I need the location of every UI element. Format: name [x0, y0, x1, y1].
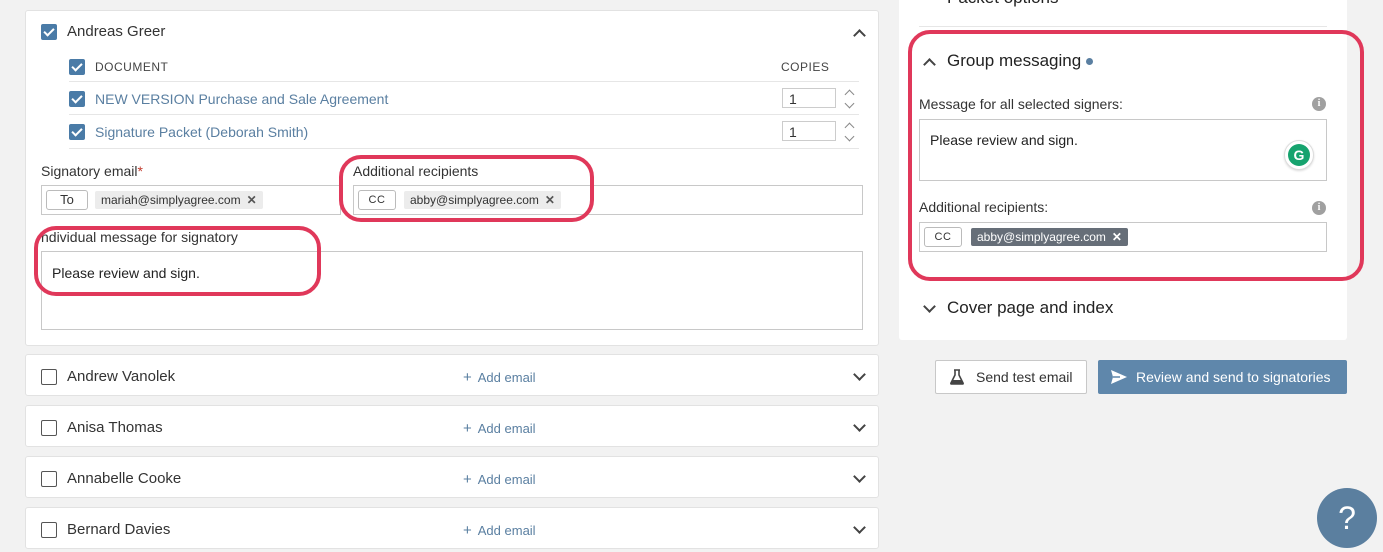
individual-message-textarea[interactable]: Please review and sign. [41, 251, 863, 330]
signer-checkbox[interactable] [41, 420, 57, 436]
document-column-header: DOCUMENT [95, 60, 169, 74]
expand-chevron-icon[interactable] [853, 419, 866, 432]
signer-card-andreas-greer: Andreas Greer DOCUMENT COPIES NEW VERSIO… [25, 10, 879, 346]
sidebar-panel: Packet options Group messaging Message f… [899, 0, 1347, 340]
remove-email-icon[interactable]: ✕ [1112, 230, 1122, 244]
add-email-link[interactable]: + Add email [463, 522, 536, 539]
signer-name: Bernard Davies [67, 521, 171, 538]
add-email-link[interactable]: + Add email [463, 420, 536, 437]
to-label: To [46, 190, 88, 210]
group-messaging-header[interactable]: Group messaging [947, 51, 1081, 71]
signer-name: Andrew Vanolek [67, 368, 176, 385]
copies-column-header: COPIES [781, 60, 830, 74]
add-email-link[interactable]: + Add email [463, 369, 536, 386]
individual-message-label: ndividual message for signatory [41, 229, 238, 245]
copies-input[interactable]: 1 [782, 121, 836, 141]
signer-name: Anisa Thomas [67, 419, 163, 436]
to-email-chip: mariah@simplyagree.com ✕ [95, 191, 263, 209]
collapse-chevron-icon[interactable] [923, 58, 936, 71]
sidebar-additional-recipients-field[interactable]: CC abby@simplyagree.com ✕ [919, 222, 1327, 252]
cover-page-header[interactable]: Cover page and index [947, 298, 1113, 318]
signer-row[interactable]: Andrew Vanolek + Add email [25, 354, 879, 396]
cc-email-chip: abby@simplyagree.com ✕ [971, 228, 1128, 246]
signer-row[interactable]: Bernard Davies + Add email [25, 507, 879, 549]
info-icon[interactable]: i [1312, 97, 1326, 111]
collapse-chevron-icon[interactable] [853, 29, 866, 42]
info-icon[interactable]: i [1312, 201, 1326, 215]
cc-label: CC [358, 190, 396, 210]
plus-icon: + [463, 471, 472, 488]
plus-icon: + [463, 420, 472, 437]
group-message-label: Message for all selected signers: [919, 96, 1123, 112]
signer-checkbox[interactable] [41, 24, 57, 40]
signatory-email-label: Signatory email* [41, 163, 143, 179]
flask-icon [950, 369, 964, 385]
cc-label: CC [924, 227, 962, 247]
expand-chevron-icon[interactable] [923, 300, 936, 313]
document-checkbox[interactable] [69, 91, 85, 107]
review-and-send-button[interactable]: Review and send to signatories [1098, 360, 1347, 394]
help-button[interactable]: ? [1317, 488, 1377, 548]
signer-name: Andreas Greer [67, 23, 166, 40]
remove-email-icon[interactable]: ✕ [545, 193, 555, 207]
copies-input[interactable]: 1 [782, 88, 836, 108]
copies-decrement-icon[interactable] [844, 98, 855, 109]
remove-email-icon[interactable]: ✕ [247, 193, 257, 207]
expand-chevron-icon[interactable] [853, 470, 866, 483]
plus-icon: + [463, 369, 472, 386]
packet-options-header[interactable]: Packet options [947, 0, 1059, 8]
expand-chevron-icon[interactable] [853, 521, 866, 534]
sidebar-additional-recipients-label: Additional recipients: [919, 199, 1049, 215]
document-link[interactable]: NEW VERSION Purchase and Sale Agreement [95, 91, 388, 107]
signer-row[interactable]: Annabelle Cooke + Add email [25, 456, 879, 498]
signer-checkbox[interactable] [41, 522, 57, 538]
status-dot [1086, 58, 1093, 65]
document-link[interactable]: Signature Packet (Deborah Smith) [95, 124, 308, 140]
send-test-email-button[interactable]: Send test email [935, 360, 1087, 394]
signer-checkbox[interactable] [41, 369, 57, 385]
add-email-link[interactable]: + Add email [463, 471, 536, 488]
additional-recipients-label: Additional recipients [353, 163, 479, 179]
signer-row[interactable]: Anisa Thomas + Add email [25, 405, 879, 447]
question-icon: ? [1338, 500, 1356, 536]
send-icon [1111, 370, 1127, 384]
document-checkbox[interactable] [69, 124, 85, 140]
copies-decrement-icon[interactable] [844, 131, 855, 142]
select-all-documents-checkbox[interactable] [69, 59, 85, 75]
signer-name: Annabelle Cooke [67, 470, 182, 487]
group-message-textarea[interactable]: Please review and sign. G [919, 119, 1327, 181]
expand-chevron-icon[interactable] [853, 368, 866, 381]
grammarly-icon[interactable]: G [1284, 140, 1314, 170]
plus-icon: + [463, 522, 472, 539]
required-mark: * [137, 163, 143, 179]
signer-checkbox[interactable] [41, 471, 57, 487]
additional-recipients-field[interactable]: CC abby@simplyagree.com ✕ [353, 185, 863, 215]
signatory-email-field[interactable]: To mariah@simplyagree.com ✕ [41, 185, 341, 215]
grammarly-logo: G [1288, 144, 1310, 166]
cc-email-chip: abby@simplyagree.com ✕ [404, 191, 561, 209]
